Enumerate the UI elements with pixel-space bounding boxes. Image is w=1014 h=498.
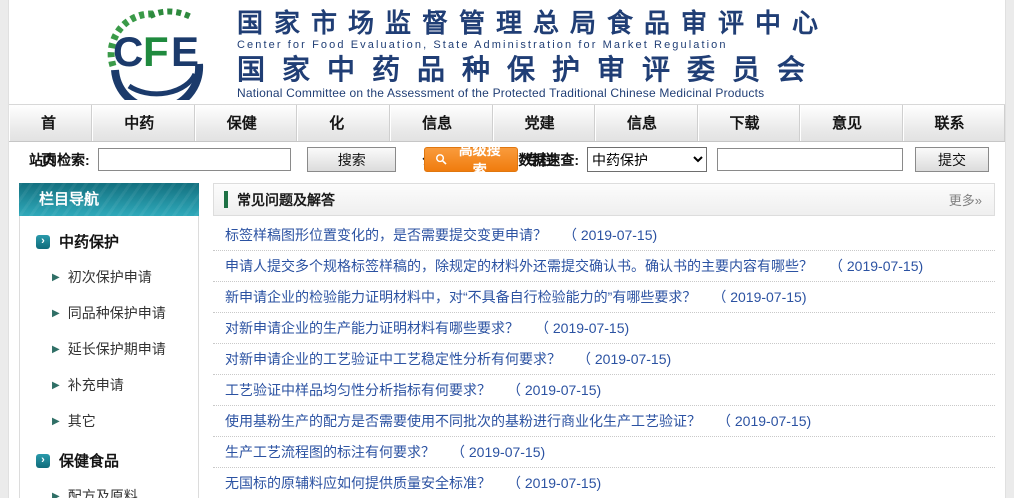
- section-arrow-icon: ›: [36, 453, 50, 468]
- sidebar-item-label: 配方及原料: [67, 488, 138, 498]
- main-panel: 常见问题及解答 更多» 标签样稿图形位置变化的，是否需要提交变更申请？ （ 20…: [213, 183, 995, 498]
- faq-question-link[interactable]: 新申请企业的检验能力证明材料中，对“不具备自行检验能力的”有哪些要求？: [225, 287, 696, 307]
- item-arrow-icon: ▶: [52, 379, 60, 391]
- nav-item[interactable]: 下载专区: [697, 105, 801, 169]
- faq-row: 使用基粉生产的配方是否需要使用不同批次的基粉进行商业化生产工艺验证？ （ 201…: [213, 406, 995, 437]
- search-bar: 站内检索: 搜索 高级搜索 数据速查: 中药保护 提交: [9, 142, 1005, 178]
- logo-letter-e: E: [171, 28, 199, 75]
- data-quick-search: 数据速查: 中药保护 提交: [518, 147, 989, 172]
- item-arrow-icon: ▶: [52, 271, 60, 283]
- item-arrow-icon: ▶: [52, 343, 60, 355]
- item-arrow-icon: ▶: [52, 307, 60, 319]
- faq-question-link[interactable]: 对新申请企业的生产能力证明材料有哪些要求？: [225, 318, 519, 338]
- data-quick-label: 数据速查:: [518, 151, 579, 168]
- sidebar-item[interactable]: › ▶ 补充申请: [20, 367, 198, 403]
- nav-item[interactable]: 意见建议: [800, 105, 903, 169]
- main-nav: 首页 中药保护 保健食品 化妆品 信息公开 党建专栏 信息查询 下载专区 意见建…: [9, 104, 1005, 206]
- faq-date: （ 2019-07-15): [577, 351, 672, 367]
- sidebar-title: 栏目导航: [19, 183, 199, 216]
- data-quick-select[interactable]: 中药保护: [587, 147, 707, 172]
- faq-question-link[interactable]: 无国标的原辅料应如何提供质量安全标准？: [225, 473, 491, 493]
- logo-letter-c: C: [113, 28, 143, 75]
- sidebar-item[interactable]: › ▶ 配方及原料: [20, 478, 198, 498]
- site-search-input[interactable]: [97, 148, 292, 171]
- nav-item[interactable]: 保健食品: [194, 105, 298, 169]
- site-title-en-2: National Committee on the Assessment of …: [237, 86, 765, 100]
- nav-item[interactable]: 首页: [9, 105, 93, 169]
- faq-question-link[interactable]: 使用基粉生产的配方是否需要使用不同批次的基粉进行商业化生产工艺验证？: [225, 411, 701, 431]
- panel-header: 常见问题及解答 更多»: [213, 183, 995, 216]
- nav-item[interactable]: 党建专栏: [492, 105, 596, 169]
- faq-date: （ 2019-07-15): [717, 413, 812, 429]
- data-quick-input[interactable]: [717, 148, 903, 171]
- nav-item[interactable]: 中药保护: [92, 105, 195, 169]
- sidebar-item-label: 补充申请: [67, 377, 124, 393]
- nav-item[interactable]: 联系我们: [902, 105, 1005, 169]
- item-arrow-icon: ▶: [52, 490, 60, 498]
- sidebar-menu: › ▶ 中药保护 › ▶ 初次保护申请 › ▶ 同品种保护申请: [19, 216, 199, 498]
- panel-title: 常见问题及解答: [237, 191, 335, 208]
- faq-question-link[interactable]: 标签样稿图形位置变化的，是否需要提交变更申请？: [225, 225, 547, 245]
- sidebar-item-label: 中药保护: [59, 234, 120, 251]
- sidebar-item-label: 保健食品: [59, 453, 120, 470]
- advanced-search-button[interactable]: 高级搜索: [424, 142, 519, 178]
- faq-row: 无国标的原辅料应如何提供质量安全标准？ （ 2019-07-15): [213, 468, 995, 498]
- site-title-cn-1: 国家市场监督管理总局食品审评中心: [237, 8, 830, 38]
- sidebar-item-label: 其它: [67, 413, 96, 429]
- faq-row: 申请人提交多个规格标签样稿的，除规定的材料外还需提交确认书。确认书的主要内容有哪…: [213, 251, 995, 282]
- faq-list: 标签样稿图形位置变化的，是否需要提交变更申请？ （ 2019-07-15) 申请…: [213, 220, 995, 498]
- sidebar-item[interactable]: › ▶ 其它: [20, 403, 198, 439]
- item-arrow-icon: ▶: [52, 415, 60, 427]
- faq-question-link[interactable]: 生产工艺流程图的标注有何要求？: [225, 442, 435, 462]
- faq-row: 新申请企业的检验能力证明材料中，对“不具备自行检验能力的”有哪些要求？ （ 20…: [213, 282, 995, 313]
- section-arrow-icon: ›: [36, 234, 50, 249]
- faq-row: 工艺验证中样品均匀性分析指标有何要求？ （ 2019-07-15): [213, 375, 995, 406]
- faq-date: （ 2019-07-15): [712, 289, 807, 305]
- site-header: C F E 国家市场监督管理总局食品审评中心 Center for Food E…: [9, 0, 1005, 114]
- nav-item[interactable]: 信息公开: [390, 105, 493, 169]
- nav-item[interactable]: 信息查询: [595, 105, 698, 169]
- sidebar-item[interactable]: › ▶ 延长保护期申请: [20, 331, 198, 367]
- sidebar-item-label: 初次保护申请: [67, 269, 152, 285]
- content-area: 栏目导航 › ▶ 中药保护 › ▶ 初次保护申请: [9, 177, 1005, 498]
- faq-row: 标签样稿图形位置变化的，是否需要提交变更申请？ （ 2019-07-15): [213, 220, 995, 251]
- faq-row: 对新申请企业的生产能力证明材料有哪些要求？ （ 2019-07-15): [213, 313, 995, 344]
- page: C F E 国家市场监督管理总局食品审评中心 Center for Food E…: [8, 0, 1006, 498]
- faq-question-link[interactable]: 申请人提交多个规格标签样稿的，除规定的材料外还需提交确认书。确认书的主要内容有哪…: [225, 256, 813, 276]
- faq-date: （ 2019-07-15): [507, 382, 602, 398]
- faq-row: 对新申请企业的工艺验证中工艺稳定性分析有何要求？ （ 2019-07-15): [213, 344, 995, 375]
- magnifier-icon: [436, 154, 447, 165]
- nav-item[interactable]: 化妆品: [297, 105, 391, 206]
- sidebar-item[interactable]: › ▶ 保健食品: [20, 439, 198, 478]
- faq-question-link[interactable]: 对新申请企业的工艺验证中工艺稳定性分析有何要求？: [225, 349, 561, 369]
- search-button[interactable]: 搜索: [307, 147, 397, 172]
- sidebar-item[interactable]: › ▶ 初次保护申请: [20, 259, 198, 295]
- sidebar-item[interactable]: › ▶ 同品种保护申请: [20, 295, 198, 331]
- sidebar-item-label: 延长保护期申请: [67, 341, 166, 357]
- sidebar-item-label: 同品种保护申请: [67, 305, 166, 321]
- more-link[interactable]: 更多»: [949, 190, 982, 209]
- title-bar-marker: [224, 191, 228, 208]
- faq-date: （ 2019-07-15): [535, 320, 630, 336]
- faq-row: 生产工艺流程图的标注有何要求？ （ 2019-07-15): [213, 437, 995, 468]
- faq-date: （ 2019-07-15): [829, 258, 924, 274]
- site-titles: 国家市场监督管理总局食品审评中心 Center for Food Evaluat…: [237, 4, 829, 101]
- sidebar: 栏目导航 › ▶ 中药保护 › ▶ 初次保护申请: [19, 183, 199, 498]
- site-search-label: 站内检索:: [29, 151, 90, 168]
- logo-letter-f: F: [143, 28, 169, 75]
- cfe-logo: C F E: [95, 4, 221, 114]
- site-title-en-1: Center for Food Evaluation, State Admini…: [237, 39, 728, 51]
- sidebar-item[interactable]: › ▶ 中药保护: [20, 220, 198, 259]
- submit-button[interactable]: 提交: [915, 147, 989, 172]
- advanced-search-label: 高级搜索: [458, 141, 501, 178]
- site-title-cn-2: 国家中药品种保护审评委员会: [237, 54, 823, 85]
- faq-date: （ 2019-07-15): [451, 444, 546, 460]
- faq-date: （ 2019-07-15): [563, 227, 658, 243]
- faq-question-link[interactable]: 工艺验证中样品均匀性分析指标有何要求？: [225, 380, 491, 400]
- faq-date: （ 2019-07-15): [507, 475, 602, 491]
